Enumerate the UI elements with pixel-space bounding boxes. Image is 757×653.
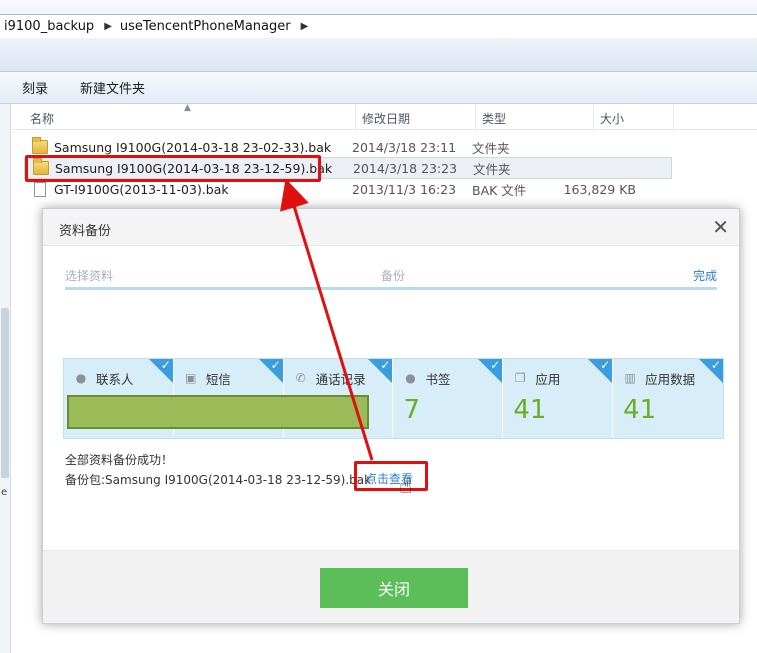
phone-icon: ✆	[295, 371, 306, 385]
step-progress-line	[65, 287, 717, 290]
close-button-frame	[318, 566, 470, 610]
nav-scrollbar[interactable]	[1, 308, 9, 478]
tile-app-data: ▥ 应用数据 41 ✓	[613, 358, 723, 438]
step-backup: 备份	[381, 269, 406, 283]
success-message: 全部资料备份成功！	[65, 453, 174, 467]
dialog-titlebar: 资料备份 ✕	[43, 209, 739, 246]
message-icon: ▣	[185, 371, 197, 385]
file-type: 文件夹	[473, 161, 511, 177]
sort-ascending-icon: ▲	[184, 103, 191, 113]
address-bar: i9100_backup ▶ useTencentPhoneManager ▶	[0, 0, 757, 38]
annotation-highlight-link	[354, 461, 428, 491]
nav-marker: e	[1, 487, 8, 498]
tile-label: 书签	[425, 372, 451, 387]
tile-label: 通话记录	[315, 372, 366, 387]
person-icon: ●	[75, 371, 87, 385]
burn-button[interactable]: 刻录	[12, 74, 58, 101]
file-name: Samsung I9100G(2014-03-18 23-02-33).bak	[54, 139, 332, 155]
step-complete: 完成	[692, 269, 717, 283]
tile-count: 7	[403, 395, 421, 425]
column-date-label: 修改日期	[362, 112, 411, 126]
column-type-label: 类型	[482, 112, 507, 126]
file-icon	[34, 181, 46, 197]
file-date: 2014/3/18 23:23	[353, 160, 458, 176]
file-name: GT-I9100G(2013-11-03).bak	[54, 181, 229, 197]
ribbon-strip	[0, 38, 757, 72]
progress-steps: 选择资料 备份 完成	[65, 267, 717, 289]
file-size: 163,829 KB	[563, 181, 636, 197]
tile-label: 短信	[205, 372, 231, 387]
annotation-highlight-folder	[25, 155, 321, 182]
file-date: 2013/11/3 16:23	[352, 181, 457, 197]
file-type: 文件夹	[472, 140, 510, 156]
check-icon: ✓	[270, 358, 281, 372]
column-date[interactable]: 修改日期	[356, 104, 476, 130]
folder-icon	[32, 137, 48, 154]
redaction-bar	[67, 395, 369, 429]
bookmark-icon: ●	[405, 371, 416, 385]
file-date: 2014/3/18 23:11	[352, 139, 457, 155]
check-icon: ✓	[490, 358, 501, 372]
new-folder-button[interactable]: 新建文件夹	[70, 74, 155, 101]
tile-label: 联系人	[96, 372, 134, 387]
backup-package-path: 备份包:Samsung I9100G(2014-03-18 23-12-59).…	[65, 473, 372, 487]
tile-count: 41	[623, 395, 657, 425]
step-select-data: 选择资料	[65, 269, 114, 283]
column-name[interactable]: 名称 ▲	[12, 103, 356, 130]
check-icon: ✓	[710, 358, 721, 372]
column-size-label: 大小	[600, 112, 625, 126]
tile-apps: ❐ 应用 41 ✓	[503, 358, 614, 438]
file-type: BAK 文件	[472, 182, 527, 198]
tile-label: 应用	[535, 372, 561, 387]
check-icon: ✓	[600, 358, 611, 372]
explorer-toolbar: 刻录 新建文件夹	[0, 72, 757, 104]
app-data-icon: ▥	[624, 371, 636, 385]
dialog-title: 资料备份	[59, 224, 112, 239]
backup-dialog: 资料备份 ✕ 选择资料 备份 完成 ● 联系人 ✓ ▣ 短信 ✓ ✆ 通话记录 ✓ ●…	[42, 208, 740, 624]
check-icon: ✓	[160, 358, 171, 372]
column-size[interactable]: 大小	[594, 104, 674, 130]
breadcrumb[interactable]: i9100_backup ▶ useTencentPhoneManager ▶	[0, 14, 757, 38]
hand-cursor-icon: ☝	[399, 474, 413, 499]
tile-bookmarks: ● 书签 7 ✓	[393, 358, 504, 438]
check-icon: ✓	[380, 358, 391, 372]
close-icon[interactable]: ✕	[712, 215, 729, 239]
chevron-right-icon[interactable]: ▶	[100, 21, 116, 32]
dialog-footer: 关闭	[43, 550, 739, 623]
column-name-label: 名称	[30, 112, 55, 126]
column-type[interactable]: 类型	[476, 104, 594, 130]
tile-label: 应用数据	[645, 372, 696, 387]
chevron-right-icon[interactable]: ▶	[297, 21, 313, 32]
breadcrumb-item-backup[interactable]: i9100_backup	[0, 19, 100, 34]
breadcrumb-item-manager[interactable]: useTencentPhoneManager	[116, 19, 297, 34]
column-header: 名称 ▲ 修改日期 类型 大小	[12, 103, 757, 130]
navigation-pane: e	[0, 104, 11, 653]
app-icon: ❐	[514, 371, 526, 385]
tile-count: 41	[513, 395, 547, 425]
